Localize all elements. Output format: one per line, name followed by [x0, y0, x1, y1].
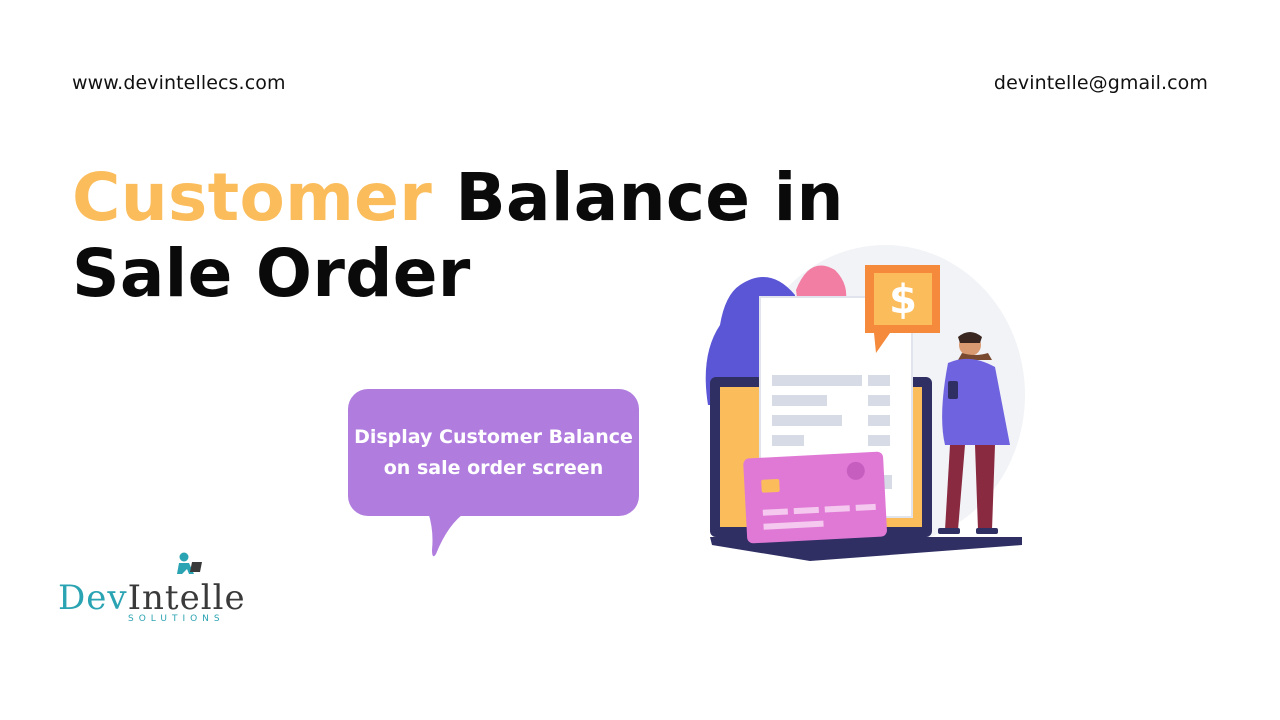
logo-tagline: SOLUTIONS [128, 614, 225, 624]
logo-wordmark: DevIntelle [58, 578, 246, 618]
speech-bubble-tail [428, 512, 466, 557]
website-url[interactable]: www.devintellecs.com [72, 72, 286, 94]
feature-bubble: Display Customer Balance on sale order s… [348, 389, 639, 516]
feature-line-1: Display Customer Balance [354, 425, 633, 448]
feature-line-2: on sale order screen [383, 456, 604, 479]
person-laptop-icon [177, 552, 202, 574]
payment-illustration: $ [705, 245, 1025, 561]
contact-email[interactable]: devintelle@gmail.com [994, 72, 1208, 94]
logo-intelle: Intelle [127, 578, 246, 618]
logo-dev: Dev [58, 578, 128, 618]
title-accent: Customer [72, 159, 433, 236]
dollar-icon: $ [889, 277, 917, 323]
feature-text: Display Customer Balance on sale order s… [348, 422, 639, 484]
